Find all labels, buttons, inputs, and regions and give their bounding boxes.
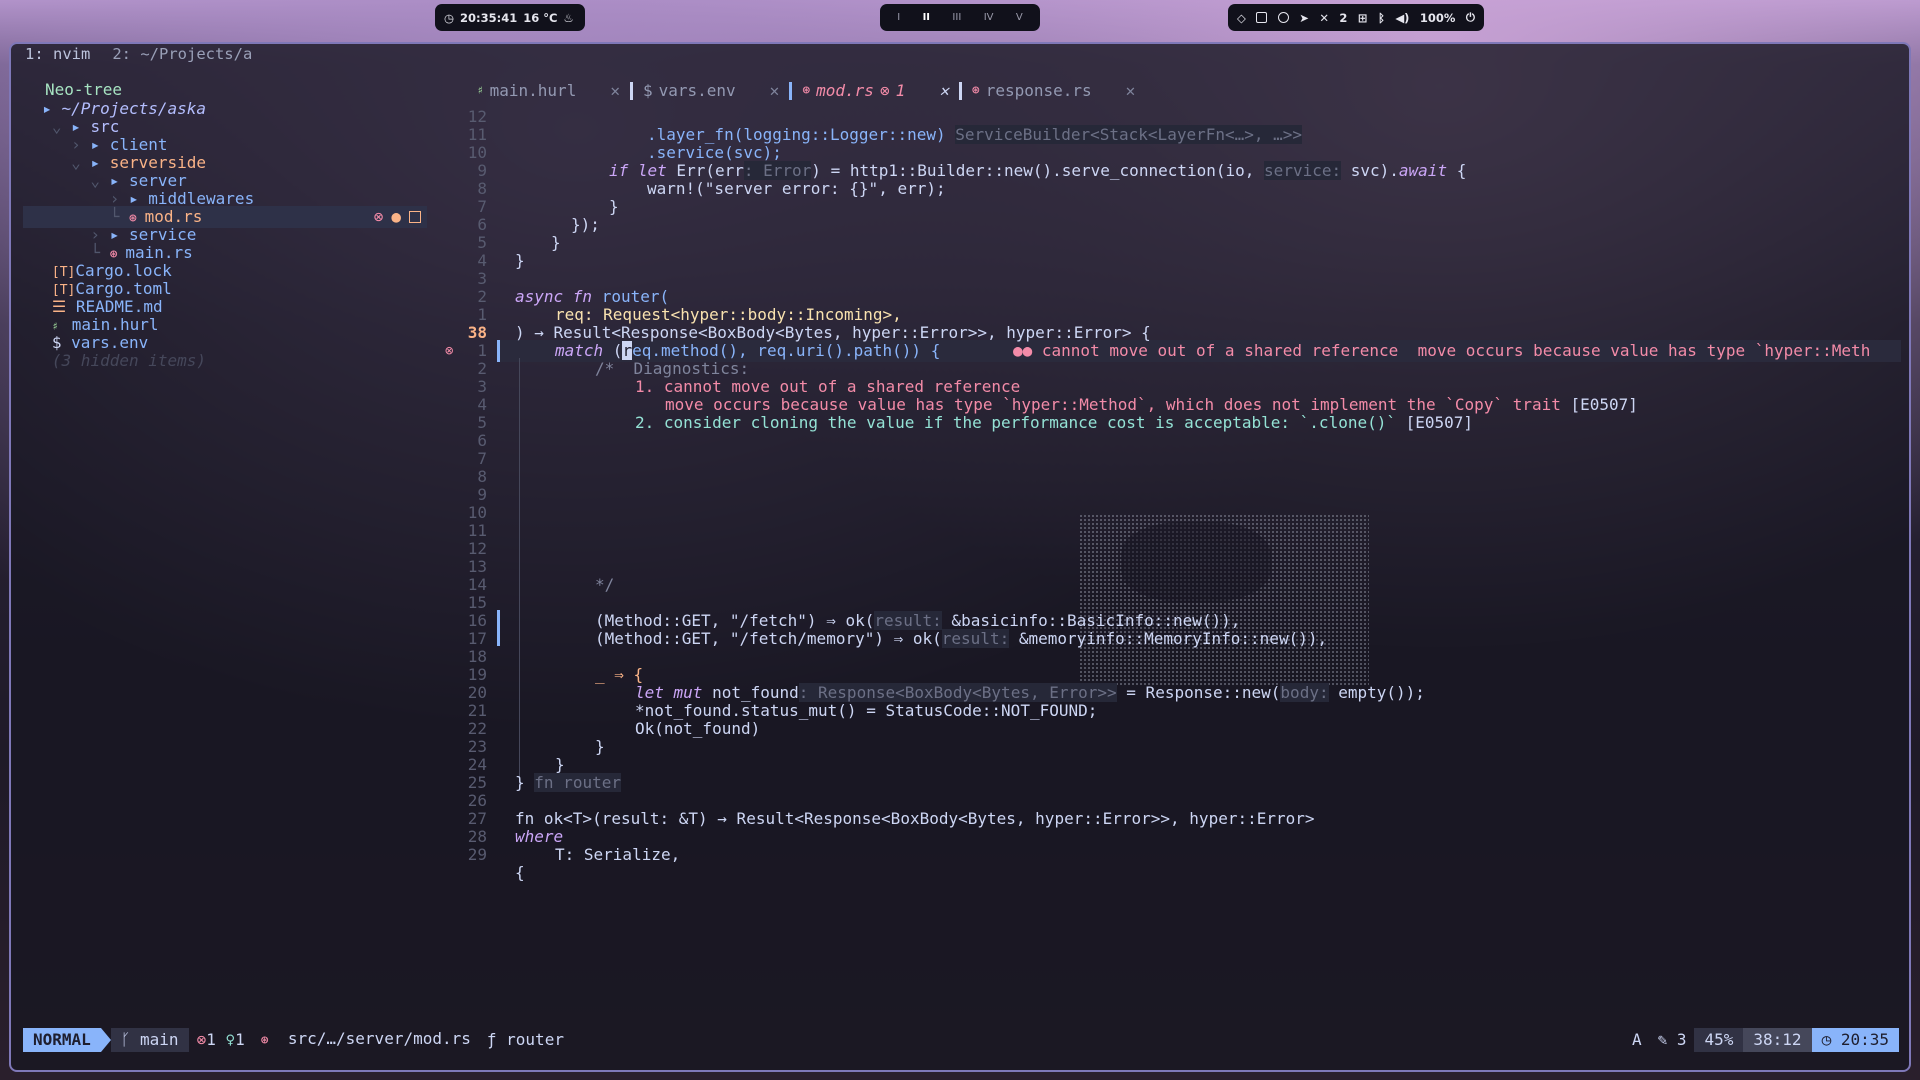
tab-mod-rs[interactable]: ⊛ mod.rs ⊗ 1 ✕ (792, 80, 959, 102)
clock-widget[interactable]: ◷ 20:35:41 16 °C ♨ (435, 4, 585, 31)
ascii-art-shadow (1121, 522, 1271, 602)
droplet-icon[interactable]: ◇ (1237, 11, 1246, 25)
git-untracked-icon (409, 211, 421, 223)
code-line: } (515, 251, 525, 270)
git-change-bar (497, 340, 500, 362)
rust-file-icon: ⊛ (260, 1033, 269, 1048)
hurl-file-icon: ♯ (477, 84, 484, 97)
code-line: } fn router (515, 773, 621, 792)
system-tray: ◇ ➤ ✕ 2 ⊞ ᛒ ◀) 100% ⏻ (1228, 4, 1484, 31)
clock-icon: ◷ (444, 10, 455, 25)
error-icon: ⊗ (196, 1030, 207, 1049)
workspace-2[interactable]: II (923, 12, 930, 23)
code-line: { (515, 863, 525, 882)
bluetooth-icon[interactable]: ᛒ (1378, 11, 1385, 25)
error-icon: ⊗ (445, 343, 454, 359)
weather-temp: 16 °C (523, 10, 558, 25)
rust-file-icon: ⊛ (802, 83, 811, 98)
top-bar: ◷ 20:35:41 16 °C ♨ I II III IV V ◇ ➤ ✕ 2… (0, 0, 1920, 40)
tree-title: Neo-tree (45, 80, 123, 99)
power-icon[interactable]: ⏻ (1466, 10, 1475, 25)
notification-count: 2 (1339, 10, 1348, 25)
tmux-tab-projects[interactable]: 2: ~/Projects/a (108, 45, 256, 67)
code-line: warn!("server error: {}", err); (647, 179, 946, 198)
ai-indicator: A (1631, 1030, 1642, 1049)
tmux-tab-nvim[interactable]: 1: nvim (21, 45, 94, 67)
code-line: }); (571, 215, 600, 234)
rust-file-icon: ⊛ (971, 83, 980, 98)
bell-off-icon[interactable]: ✕ (1319, 11, 1329, 25)
git-branch: ᚴ main (110, 1028, 189, 1052)
code-line: (Method::GET, "/fetch/memory") ⇒ ok(resu… (595, 629, 1328, 648)
network-icon[interactable]: ⊞ (1358, 11, 1368, 25)
file-tree: Neo-tree ▸ ~/Projects/aska ⌄ ▸ src › ▸ c… (23, 80, 431, 1030)
discord-icon[interactable] (1277, 12, 1289, 23)
mode-indicator: NORMAL (23, 1028, 101, 1052)
hint-icon: ♀ (225, 1030, 236, 1049)
workspace-4[interactable]: IV (984, 12, 994, 23)
code-editor[interactable]: 12 11 10 9 8 7 6 5 4 3 2 1 38 1 2 3 4 5 6 7 8 9 10 11 12 13 14 15 16… (431, 102, 1911, 1062)
inline-diagnostic: ●● cannot move out of a shared reference… (1013, 341, 1871, 360)
close-icon[interactable]: ✕ (610, 80, 620, 102)
code-line: Ok(not_found) (635, 719, 761, 738)
line-number: 29 (467, 845, 487, 864)
error-icon: ⊗ (879, 81, 890, 100)
tree-hidden-items: (3 hidden items) (51, 351, 207, 370)
tab-vars-env[interactable]: $ vars.env ✕ (633, 80, 789, 102)
scroll-percent: 45% (1694, 1028, 1744, 1052)
workspace-switcher: I II III IV V (880, 4, 1040, 31)
close-icon[interactable]: ✕ (939, 80, 949, 102)
volume-level: 100% (1419, 10, 1456, 25)
volume-icon[interactable]: ◀) (1395, 11, 1409, 25)
function-icon: ƒ (486, 1030, 507, 1049)
workspace-1[interactable]: I (897, 12, 900, 23)
git-change-bar (497, 610, 500, 646)
pencil-icon: ✎ (1657, 1030, 1677, 1049)
buffer-tabs: ♯ main.hurl ✕ $ vars.env ✕ ⊛ mod.rs ⊗ 1 ✕ ⊛ respo… (467, 80, 1145, 102)
clock-icon: ◷ (1821, 1030, 1841, 1049)
breadcrumb-symbol: ƒ router (486, 1030, 564, 1049)
mode-separator (100, 1028, 111, 1052)
code-line: fn ok<T>(result: &T) → Result<Response<B… (515, 809, 1315, 828)
code-line: } (595, 737, 605, 756)
workspace-5[interactable]: V (1016, 12, 1023, 23)
cursor-position: 38:12 (1743, 1028, 1812, 1052)
tab-error-count: 1 (895, 81, 906, 100)
diagnostic-item: 2. consider cloning the value if the per… (635, 413, 1474, 432)
git-branch-icon: ᚴ (120, 1030, 141, 1049)
monitor-icon[interactable] (1256, 12, 1268, 23)
workspace-3[interactable]: III (952, 12, 961, 23)
file-path: ⊛ src/…/server/mod.rs (260, 1029, 471, 1048)
close-icon[interactable]: ✕ (770, 80, 780, 102)
code-line: } (609, 197, 619, 216)
telegram-icon[interactable]: ➤ (1299, 11, 1309, 25)
close-icon[interactable]: ✕ (1126, 80, 1136, 102)
code-line: T: Serialize, (555, 845, 681, 864)
tab-main-hurl[interactable]: ♯ main.hurl ✕ (467, 80, 630, 102)
status-line: NORMAL ᚴ main ⊗1 ♀1 ⊛ src/…/server/mod.r… (23, 1028, 1899, 1052)
edit-count: ✎ 3 (1657, 1030, 1687, 1049)
env-file-icon: $ (642, 81, 653, 100)
diagnostic-counts[interactable]: ⊗1 ♀1 (189, 1028, 253, 1052)
status-right: A ✎ 3 45% 38:12 ◷ 20:35 (1624, 1028, 1899, 1052)
indent-guide (519, 358, 520, 790)
terminal-window: 1: nvim 2: ~/Projects/a Neo-tree ▸ ~/Pro… (9, 42, 1911, 1072)
clock-time: 20:35:41 (460, 10, 518, 25)
status-clock: ◷ 20:35 (1811, 1028, 1899, 1052)
code-line: } (551, 233, 561, 252)
tab-response-rs[interactable]: ⊛ response.rs ✕ (962, 80, 1145, 102)
tmux-window-list: 1: nvim 2: ~/Projects/a (21, 45, 256, 67)
weather-icon: ♨ (563, 10, 574, 25)
code-line: */ (595, 575, 615, 594)
